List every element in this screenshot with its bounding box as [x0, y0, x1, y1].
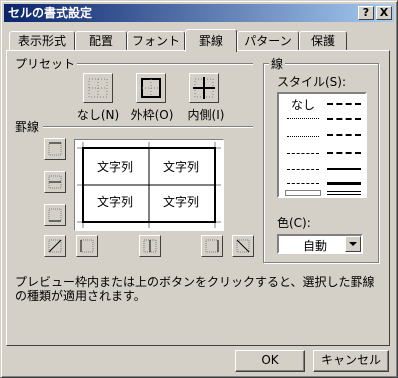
- help-button[interactable]: ?: [358, 6, 374, 20]
- border-right-icon: [205, 239, 219, 253]
- line-style-slanted-dash-dot[interactable]: [327, 118, 361, 120]
- border-diagonal-up-button[interactable]: [44, 235, 66, 257]
- line-style-medium-dashed[interactable]: [327, 152, 361, 154]
- title-bar[interactable]: セルの書式設定 ? X: [4, 4, 394, 22]
- line-style-medium[interactable]: [327, 168, 361, 170]
- border-middle-vertical-icon: [143, 239, 157, 253]
- tab-border[interactable]: 罫線: [185, 29, 237, 52]
- preset-none-icon: [88, 78, 108, 98]
- close-button[interactable]: X: [376, 6, 392, 20]
- border-top-icon: [48, 142, 62, 156]
- color-dropdown-value: 自動: [303, 239, 328, 253]
- border-middle-horizontal-icon: [48, 175, 62, 189]
- preview-cell-text: 文字列: [97, 160, 134, 174]
- preset-separator: [67, 63, 253, 65]
- preset-inside-label: 内側(I): [187, 108, 225, 122]
- preset-none-label: なし(N): [76, 108, 120, 122]
- tab-patterns[interactable]: パターン: [237, 31, 299, 51]
- line-group-label: 線: [269, 55, 286, 72]
- hint-text: プレビュー枠内または上のボタンをクリックすると、選択した罫線の種類が適用されます…: [15, 275, 375, 303]
- border-left-icon: [80, 239, 94, 253]
- preset-none-button[interactable]: [83, 73, 113, 103]
- cancel-button[interactable]: キャンセル: [313, 350, 389, 372]
- tab-font[interactable]: フォント: [127, 31, 185, 51]
- line-style-selected-thin[interactable]: [285, 190, 321, 196]
- line-style-hair[interactable]: [287, 118, 319, 119]
- preview-cell-text: 文字列: [163, 195, 200, 209]
- dialog-title: セルの書式設定: [8, 6, 93, 20]
- border-middle-vertical-button[interactable]: [139, 235, 161, 257]
- border-middle-horizontal-button[interactable]: [44, 171, 66, 193]
- line-style-thick[interactable]: [327, 182, 361, 185]
- diagonal-down-icon: [236, 239, 250, 253]
- line-style-list[interactable]: なし: [277, 92, 367, 198]
- line-style-double[interactable]: [327, 191, 361, 195]
- preset-outline-label: 外枠(O): [130, 108, 174, 122]
- line-style-dash-dot-dot[interactable]: [287, 153, 319, 154]
- chevron-down-icon: [349, 242, 357, 246]
- color-dropdown[interactable]: 自動: [277, 234, 363, 254]
- ok-button[interactable]: OK: [235, 350, 305, 372]
- border-preview[interactable]: 文字列 文字列 文字列 文字列: [74, 139, 224, 231]
- tab-protection[interactable]: 保護: [299, 31, 347, 51]
- preset-inside-icon: [193, 77, 215, 99]
- format-cells-dialog: セルの書式設定 ? X 表示形式 配置 フォント 罫線 パターン 保護 プリセッ…: [0, 0, 398, 378]
- border-right-button[interactable]: [201, 235, 223, 257]
- border-separator: [43, 126, 253, 128]
- line-style-dotted[interactable]: [287, 136, 319, 137]
- line-style-none-label: なし: [291, 98, 316, 112]
- line-style-medium-dash-dot-dot[interactable]: [327, 103, 361, 105]
- border-bottom-button[interactable]: [44, 204, 66, 226]
- border-bottom-icon: [48, 208, 62, 222]
- border-diagonal-down-button[interactable]: [232, 235, 254, 257]
- line-style-dash-dot[interactable]: [287, 169, 319, 170]
- preview-grid: [77, 142, 221, 228]
- diagonal-up-icon: [48, 239, 62, 253]
- style-label: スタイル(S):: [275, 73, 349, 90]
- preview-cell-text: 文字列: [163, 160, 200, 174]
- border-top-button[interactable]: [44, 138, 66, 160]
- dropdown-arrow-button[interactable]: [345, 236, 361, 252]
- preset-inside-button[interactable]: [189, 73, 219, 103]
- border-group-label: 罫線: [13, 118, 42, 135]
- border-left-button[interactable]: [76, 235, 98, 257]
- tab-alignment[interactable]: 配置: [75, 31, 127, 51]
- preset-outline-icon: [141, 78, 161, 98]
- color-label: 色(C):: [275, 214, 313, 231]
- line-style-medium-dash-dot[interactable]: [327, 134, 361, 136]
- tab-number-format[interactable]: 表示形式: [9, 31, 75, 51]
- preset-group-label: プリセット: [13, 55, 78, 72]
- preset-outline-button[interactable]: [136, 73, 166, 103]
- line-style-dashed[interactable]: [287, 183, 319, 184]
- preview-cell-text: 文字列: [97, 195, 134, 209]
